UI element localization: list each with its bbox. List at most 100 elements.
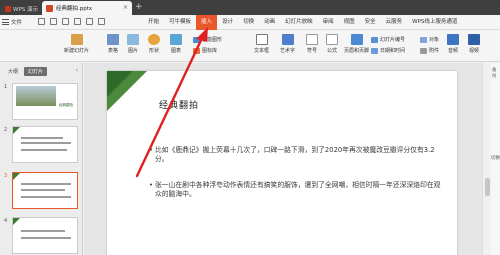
print-icon[interactable] — [50, 18, 57, 25]
image-label: 图片 — [127, 48, 138, 54]
tab-slides[interactable]: 幻灯片 — [24, 67, 48, 76]
chart-icon — [170, 34, 182, 45]
menu-tab[interactable]: 可牛模板 — [164, 15, 196, 30]
attachment-button[interactable]: 附件 — [420, 47, 439, 54]
thumb-number: 4 — [4, 218, 8, 224]
thumb-number: 2 — [4, 127, 8, 133]
document-tab[interactable]: 经典翻拍.pptx × — [42, 1, 132, 15]
textbox-icon — [255, 34, 268, 45]
video-button[interactable]: 视频 — [468, 34, 480, 54]
slide-thumb-1[interactable]: 经典翻拍 — [12, 83, 78, 120]
slide-title[interactable]: 经典翻拍 — [159, 98, 199, 111]
audio-button[interactable]: 音频 — [447, 34, 459, 54]
pane-tabs: 大纲 幻灯片 — [4, 67, 48, 76]
icon-library-icon — [193, 47, 200, 54]
table-icon — [107, 34, 119, 45]
wordart-button[interactable]: 艺术字 — [280, 34, 295, 54]
thumb-number: 1 — [4, 84, 8, 90]
thumb-photo — [16, 86, 56, 106]
file-menu-label: 文件 — [11, 20, 23, 26]
backup-label[interactable]: 备份 — [492, 67, 500, 79]
thumb-line — [21, 237, 71, 239]
scrollbar-thumb[interactable] — [485, 178, 490, 196]
table-button[interactable]: 表格 — [107, 34, 119, 54]
menu-tab[interactable]: 设计 — [217, 15, 238, 30]
app-tab[interactable]: WPS 演示 — [2, 2, 38, 15]
menu-tab[interactable]: 云服务 — [381, 15, 408, 30]
undo-icon[interactable] — [74, 18, 81, 25]
menu-tab[interactable]: 安全 — [360, 15, 381, 30]
menu-tab[interactable]: 插入 — [196, 15, 218, 30]
header-footer-icon — [350, 34, 363, 45]
new-slide-button[interactable]: 新建幻灯片 — [64, 34, 89, 54]
preview-icon[interactable] — [62, 18, 69, 25]
tab-outline[interactable]: 大纲 — [4, 67, 22, 76]
thumb-line — [21, 183, 71, 185]
icon-library-button[interactable]: 图标库 — [193, 47, 217, 54]
formula-button[interactable]: 公式 — [326, 34, 338, 54]
redo-icon[interactable] — [86, 18, 93, 25]
header-footer-label: 页眉和页脚 — [344, 48, 370, 54]
smart-graphic-button[interactable]: 智能图形 — [193, 36, 222, 43]
formula-label: 公式 — [326, 48, 337, 54]
menu-tab[interactable]: 开始 — [143, 15, 164, 30]
menu-tab[interactable]: 审阅 — [318, 15, 339, 30]
menu-tab[interactable]: 动画 — [259, 15, 280, 30]
shape-button[interactable]: 形状 — [148, 34, 160, 54]
customize-icon[interactable] — [98, 18, 105, 25]
bullet-dot-icon: • — [149, 146, 154, 154]
chart-button[interactable]: 图表 — [170, 34, 182, 54]
slide-thumb-3[interactable] — [12, 172, 78, 209]
formula-icon — [326, 34, 338, 45]
menu-tab[interactable]: 切换 — [238, 15, 259, 30]
slide-thumb-2[interactable] — [12, 126, 78, 163]
wps-logo-icon — [5, 5, 11, 12]
attachment-label: 附件 — [429, 48, 440, 54]
image-button[interactable]: 图片 — [127, 34, 139, 54]
bullet-dot-icon: • — [149, 181, 154, 189]
menu-tabs: 开始 可牛模板 插入 设计 切换 动画 幻灯片放映 审阅 视图 安全 云服务 WPS线上服务通道 — [143, 15, 462, 30]
date-time-button[interactable]: 日期和时间 — [371, 47, 405, 54]
thumb-corner — [13, 127, 20, 134]
file-menu[interactable]: 文件 — [2, 18, 22, 26]
quick-access-toolbar — [38, 18, 105, 25]
slide-navigation-pane: 大纲 幻灯片 ‹ 1 经典翻拍 2 3 4 — [0, 63, 83, 255]
date-time-label: 日期和时间 — [380, 48, 406, 54]
new-tab-icon[interactable]: + — [135, 2, 143, 12]
menu-bar: 文件 开始 可牛模板 插入 设计 切换 动画 幻灯片放映 审阅 视图 安全 云服务 WPS线上服务通道 — [0, 15, 500, 30]
close-tab-icon[interactable]: × — [123, 4, 128, 11]
thumb-corner — [13, 218, 20, 225]
switch-label[interactable]: 切换 — [491, 155, 500, 162]
slide-number-icon — [371, 36, 378, 43]
new-slide-icon — [70, 34, 83, 45]
menu-tab[interactable]: 视图 — [339, 15, 360, 30]
shape-label: 形状 — [148, 48, 159, 54]
thumb-line — [21, 189, 65, 191]
header-footer-button[interactable]: 页眉和页脚 — [344, 34, 369, 54]
ribbon-insert: 新建幻灯片 表格 图片 形状 图表 智能图形 图标库 文本框 艺术字 符号 公式 — [0, 30, 500, 62]
slide-thumb-4[interactable] — [12, 217, 78, 254]
new-slide-label: 新建幻灯片 — [64, 48, 90, 54]
wordart-icon — [281, 34, 294, 45]
menu-tab[interactable]: 幻灯片放映 — [280, 15, 318, 30]
slide-bullet-2[interactable]: • 张一山在剧中各种浮夸动作表情还有搞笑的服饰，遭到了全网嘲，相信时隔一年还深深… — [149, 181, 445, 199]
textbox-button[interactable]: 文本框 — [254, 34, 269, 54]
slide-canvas: 经典翻拍 • 比如《鹿鼎记》搬上荧幕十几次了，口碑一路下滑，到了2020年再次被… — [84, 63, 482, 255]
vertical-scrollbar[interactable] — [482, 63, 491, 255]
bullet-text: 比如《鹿鼎记》搬上荧幕十几次了，口碑一路下滑，到了2020年再次被魔改豆瓣评分仅… — [155, 146, 435, 163]
audio-icon — [447, 34, 459, 45]
object-button[interactable]: 对象 — [420, 36, 439, 43]
slide-bullet-1[interactable]: • 比如《鹿鼎记》搬上荧幕十几次了，口碑一路下滑，到了2020年再次被魔改豆瓣评… — [149, 146, 445, 164]
symbol-button[interactable]: 符号 — [306, 34, 318, 54]
symbol-icon — [306, 34, 318, 45]
save-icon[interactable] — [38, 18, 45, 25]
menu-tab[interactable]: WPS线上服务通道 — [407, 15, 462, 30]
object-label: 对象 — [429, 37, 440, 43]
collapse-pane-icon[interactable]: ‹ — [76, 67, 78, 74]
smart-graphic-icon — [193, 36, 200, 43]
current-slide[interactable]: 经典翻拍 • 比如《鹿鼎记》搬上荧幕十几次了，口碑一路下滑，到了2020年再次被… — [107, 71, 457, 255]
thumb-number: 3 — [4, 173, 8, 179]
thumb-line — [21, 196, 71, 198]
chart-label: 图表 — [170, 48, 181, 54]
slide-number-button[interactable]: 幻灯片编号 — [371, 36, 405, 43]
